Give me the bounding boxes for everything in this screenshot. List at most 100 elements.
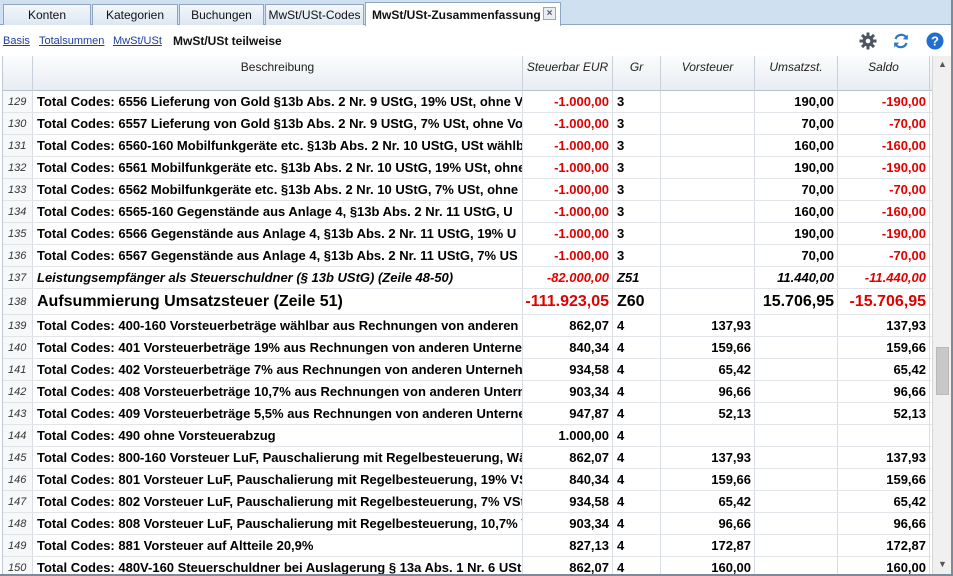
row-input-tax: 65,42 [661, 491, 755, 512]
table-row[interactable]: 134 Total Codes: 6565-160 Gegenstände aus… [3, 201, 932, 223]
row-index: 142 [3, 381, 33, 402]
table-row[interactable]: 130 Total Codes: 6557 Lieferung von Gold … [3, 113, 932, 135]
header-description[interactable]: Beschreibung [33, 56, 523, 91]
vertical-scrollbar[interactable]: ▲ ▼ [932, 56, 951, 574]
scroll-down-icon[interactable]: ▼ [935, 557, 950, 572]
row-input-tax [661, 91, 755, 112]
row-description: Total Codes: 6561 Mobilfunkgeräte etc. §… [33, 157, 523, 178]
tab-mwst-codes[interactable]: MwSt/USt-Codes [265, 4, 364, 25]
row-index: 135 [3, 223, 33, 244]
table-row[interactable]: 144 Total Codes: 490 ohne Vorsteuerabzug 1… [3, 425, 932, 447]
row-taxable: -1.000,00 [523, 135, 613, 156]
row-index: 129 [3, 91, 33, 112]
row-sales-tax: 70,00 [755, 245, 838, 266]
row-taxable: 903,34 [523, 513, 613, 534]
table-row[interactable]: 131 Total Codes: 6560-160 Mobilfunkgeräte… [3, 135, 932, 157]
row-sales-tax [755, 535, 838, 556]
row-index: 148 [3, 513, 33, 534]
table-row[interactable]: 133 Total Codes: 6562 Mobilfunkgeräte etc… [3, 179, 932, 201]
close-icon[interactable]: × [543, 7, 556, 20]
row-description: Total Codes: 400-160 Vorsteuerbeträge wä… [33, 315, 523, 336]
row-input-tax [661, 157, 755, 178]
row-group: 4 [613, 359, 661, 380]
row-description: Total Codes: 6567 Gegenstände aus Anlage… [33, 245, 523, 266]
header-sales-tax[interactable]: Umsatzst. [755, 56, 838, 91]
table-row[interactable]: 147 Total Codes: 802 Vorsteuer LuF, Pausc… [3, 491, 932, 513]
tab-bar: Konten Kategorien Buchungen MwSt/USt-Cod… [0, 0, 953, 26]
table-row[interactable]: 135 Total Codes: 6566 Gegenstände aus Anl… [3, 223, 932, 245]
tab-label: Konten [27, 8, 67, 22]
row-index: 131 [3, 135, 33, 156]
row-index: 146 [3, 469, 33, 490]
svg-text:?: ? [931, 34, 939, 49]
gear-icon[interactable] [858, 31, 878, 51]
row-taxable: -1.000,00 [523, 179, 613, 200]
row-sales-tax [755, 491, 838, 512]
row-description: Total Codes: 802 Vorsteuer LuF, Pauschal… [33, 491, 523, 512]
row-sales-tax: 190,00 [755, 91, 838, 112]
row-balance: 96,66 [838, 513, 930, 534]
refresh-icon[interactable] [891, 31, 911, 51]
row-balance: 137,93 [838, 447, 930, 468]
table-row[interactable]: 143 Total Codes: 409 Vorsteuerbeträge 5,5… [3, 403, 932, 425]
header-input-tax[interactable]: Vorsteuer [661, 56, 755, 91]
row-balance: 159,66 [838, 469, 930, 490]
help-icon[interactable]: ? [925, 31, 945, 51]
row-description: Aufsummierung Umsatzsteuer (Zeile 51) [33, 289, 523, 314]
row-sales-tax [755, 337, 838, 358]
row-balance: 96,66 [838, 381, 930, 402]
row-group: 3 [613, 91, 661, 112]
row-input-tax [661, 267, 755, 288]
row-balance: -190,00 [838, 91, 930, 112]
row-input-tax: 96,66 [661, 381, 755, 402]
row-sales-tax: 160,00 [755, 135, 838, 156]
sub-toolbar: Basis Totalsummen MwSt/USt MwSt/USt teil… [0, 26, 953, 56]
tab-buchungen[interactable]: Buchungen [179, 4, 264, 25]
row-description: Leistungsempfänger als Steuerschuldner (… [33, 267, 523, 288]
tab-konten[interactable]: Konten [3, 4, 91, 25]
table-row[interactable]: 138 Aufsummierung Umsatzsteuer (Zeile 51)… [3, 289, 932, 315]
row-index: 144 [3, 425, 33, 446]
vat-summary-table[interactable]: Beschreibung Steuerbar EUR Gr Vorsteuer … [2, 56, 932, 576]
row-balance: 65,42 [838, 359, 930, 380]
link-totalsummen[interactable]: Totalsummen [39, 35, 104, 47]
link-mwst[interactable]: MwSt/USt [113, 35, 162, 47]
row-description: Total Codes: 801 Vorsteuer LuF, Pauschal… [33, 469, 523, 490]
row-sales-tax [755, 513, 838, 534]
row-description: Total Codes: 6565-160 Gegenstände aus An… [33, 201, 523, 222]
tab-kategorien[interactable]: Kategorien [92, 4, 178, 25]
row-balance: 172,87 [838, 535, 930, 556]
table-row[interactable]: 142 Total Codes: 408 Vorsteuerbeträge 10,… [3, 381, 932, 403]
row-input-tax [661, 179, 755, 200]
table-row[interactable]: 129 Total Codes: 6556 Lieferung von Gold … [3, 91, 932, 113]
row-index: 138 [3, 289, 33, 314]
row-group: 4 [613, 381, 661, 402]
row-sales-tax: 70,00 [755, 113, 838, 134]
row-balance: 137,93 [838, 315, 930, 336]
table-row[interactable]: 139 Total Codes: 400-160 Vorsteuerbeträge… [3, 315, 932, 337]
table-row[interactable]: 149 Total Codes: 881 Vorsteuer auf Alttei… [3, 535, 932, 557]
row-group: Z51 [613, 267, 661, 288]
row-taxable: -1.000,00 [523, 157, 613, 178]
header-group[interactable]: Gr [613, 56, 661, 91]
row-taxable: -1.000,00 [523, 91, 613, 112]
row-sales-tax: 11.440,00 [755, 267, 838, 288]
row-balance: 159,66 [838, 337, 930, 358]
row-group: Z60 [613, 289, 661, 314]
table-row[interactable]: 140 Total Codes: 401 Vorsteuerbeträge 19%… [3, 337, 932, 359]
table-row[interactable]: 141 Total Codes: 402 Vorsteuerbeträge 7% … [3, 359, 932, 381]
table-row[interactable]: 148 Total Codes: 808 Vorsteuer LuF, Pausc… [3, 513, 932, 535]
link-basis[interactable]: Basis [3, 35, 30, 47]
tab-label: Kategorien [105, 8, 165, 22]
table-row[interactable]: 145 Total Codes: 800-160 Vorsteuer LuF, P… [3, 447, 932, 469]
table-row[interactable]: 132 Total Codes: 6561 Mobilfunkgeräte etc… [3, 157, 932, 179]
table-row[interactable]: 146 Total Codes: 801 Vorsteuer LuF, Pausc… [3, 469, 932, 491]
tab-mwst-zusammenfassung[interactable]: MwSt/USt-Zusammenfassung × [365, 2, 561, 26]
scrollbar-thumb[interactable] [936, 347, 949, 395]
header-taxable[interactable]: Steuerbar EUR [523, 56, 613, 91]
table-row[interactable]: 136 Total Codes: 6567 Gegenstände aus Anl… [3, 245, 932, 267]
scroll-up-icon[interactable]: ▲ [935, 57, 950, 72]
table-row[interactable]: 137 Leistungsempfänger als Steuerschuldne… [3, 267, 932, 289]
header-balance[interactable]: Saldo [838, 56, 930, 91]
row-index: 140 [3, 337, 33, 358]
